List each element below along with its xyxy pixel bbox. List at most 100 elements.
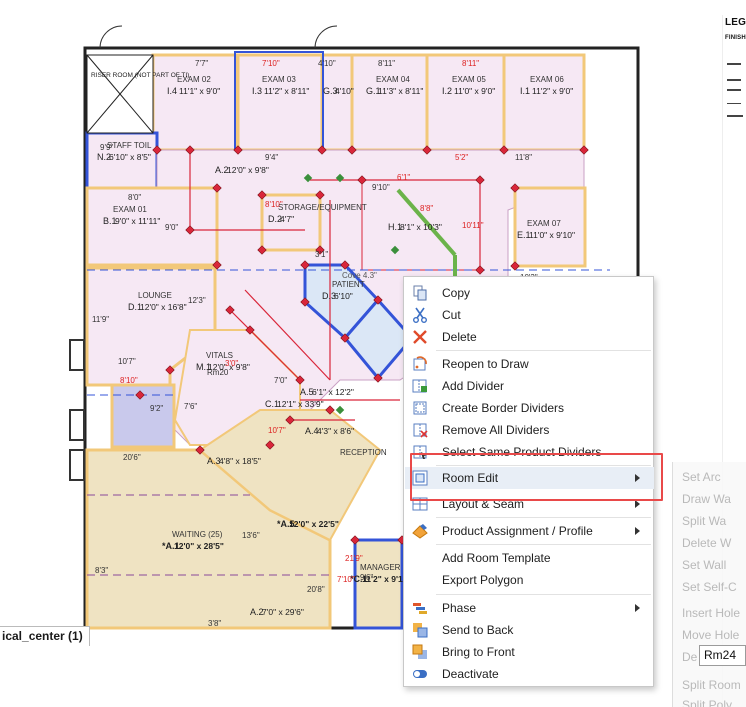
dimension-label: 9'2" [150,404,163,413]
reopen-draw-icon [412,356,428,372]
menu-item-cut[interactable]: Cut [405,304,654,326]
dimension-label: 12'3" [188,296,206,305]
room-size-label: 11'0" x 9'0" [454,86,495,96]
add-divider-icon [412,378,428,394]
room-name-label: EXAM 04 [376,75,410,84]
menu-separator [436,350,651,351]
submenu-item: Delete W [682,536,732,550]
room-code-label: I.3 [252,86,262,96]
menu-item-remove-all-dividers[interactable]: Remove All Dividers [405,419,654,441]
legend-title: LEGE [725,17,746,28]
room-edit-submenu: Set Arc Draw Wa Split Wa Delete W Set Wa… [672,462,746,707]
dimension-label: 9'4" [265,153,278,162]
menu-item-copy[interactable]: Copy [405,282,654,304]
room-name-label: EXAM 01 [113,205,147,214]
room-name-label: EXAM 05 [452,75,486,84]
menu-separator [436,517,651,518]
menu-label: Reopen to Draw [442,357,529,371]
room-name-label: EXAM 07 [527,219,561,228]
dimension-label: 9'6" [360,573,373,582]
phase-icon [412,600,428,616]
menu-label: Deactivate [442,667,499,681]
menu-item-reopen-to-draw[interactable]: Reopen to Draw [405,353,654,375]
room-id-label: Rm20 [207,368,229,377]
menu-item-product-assignment[interactable]: Product Assignment / Profile [405,520,654,542]
room-polygon [151,53,239,152]
product-assign-icon [412,523,428,539]
room-polygon [236,53,324,152]
room-label: G.34'10" [323,86,354,96]
dimension-label: 11'9" [92,315,109,324]
legend-line [727,63,741,65]
room-polygon [85,186,219,267]
dimension-label: 7'6" [184,402,197,411]
menu-label: Bring to Front [442,645,515,659]
room-size-label: 7'0" x 29'6" [262,607,304,617]
dimension-label: 8'11" [378,59,395,68]
dimension-label: 7'0" [274,376,287,385]
legend-line [727,115,743,117]
dimension-label: 20'8" [307,585,325,594]
room-polygon [320,53,354,152]
dimension-label: 7'7" [195,59,208,68]
menu-item-add-divider[interactable]: Add Divider [405,375,654,397]
menu-item-deactivate[interactable]: Deactivate [405,663,654,685]
menu-item-export-polygon[interactable]: Export Polygon [405,569,654,591]
menu-item-delete[interactable]: Delete [405,326,654,348]
copy-icon [412,285,428,301]
room-label: A.44'3" x 8'6" [305,426,354,436]
dimension-label: 8'10" [120,376,138,385]
dimension-label: 9'10" [372,183,390,192]
legend-line [727,89,741,91]
room-name-label: EXAM 06 [530,75,564,84]
menu-label: Add Room Template [442,551,551,565]
submenu-item: De [682,650,698,664]
menu-item-phase[interactable]: Phase [405,597,654,619]
document-tab[interactable]: ical_center (1) [0,626,90,646]
room-size-label: 11'2" x 9'0" [532,86,573,96]
room-polygon [350,53,429,152]
menu-label: Add Divider [442,379,505,393]
submenu-item: Draw Wa [682,492,731,506]
border-dividers-icon [412,400,428,416]
menu-label: Phase [442,601,477,615]
submenu-arrow-icon [635,527,640,535]
room-name-label: PATIENT [332,280,365,289]
room-name-field[interactable]: Rm24 [699,645,746,666]
room-label: C.112'1" x 33'9" [265,399,324,409]
menu-label: Export Polygon [442,573,524,587]
menu-item-bring-to-front[interactable]: Bring to Front [405,641,654,663]
room-label: A.56'1" x 12'2" [300,387,354,397]
menu-label: Product Assignment / Profile [442,524,593,538]
dimension-label: 9'0" [165,223,178,232]
room-size-label: 12'0" x 9'8" [227,165,269,175]
room-polygon [425,53,506,152]
room-name-label: RECEPTION [340,448,387,457]
room-code-label: I.1 [520,86,530,96]
dimension-label: 8'11" [462,59,479,68]
room-size-label: 12'1" x 33'9" [277,399,324,409]
dimension-label: 8'0" [128,193,141,202]
scissors-icon [412,307,428,323]
dimension-label: 13'6" [242,531,260,540]
legend-line [727,79,741,81]
submenu-item: Split Poly [682,698,733,707]
menu-item-create-border-dividers[interactable]: Create Border Dividers [405,397,654,419]
room-label: A.212'0" x 9'8" [215,165,269,175]
dimension-label: 8'8" [420,204,433,213]
menu-separator [436,594,651,595]
dimension-label: 8'10" [265,200,283,209]
menu-label: Cut [442,308,461,322]
menu-item-add-room-template[interactable]: Add Room Template [405,547,654,569]
window-symbol [69,339,85,371]
room-size-label: 12'0" x 28'5" [174,541,224,551]
room-size-label: 4'3" x 8'6" [317,426,354,436]
room-label: A.27'0" x 29'6" [250,607,304,617]
remove-dividers-icon [412,422,428,438]
dimension-label: 21'9" [345,554,363,563]
menu-item-send-to-back[interactable]: Send to Back [405,619,654,641]
submenu-item: Split Room [682,678,741,692]
cove-label: Cove 4.3" [342,271,377,280]
room-label: WAITING (25)*A.112'0" x 28'5" [162,530,224,551]
dimension-label: 20'6" [123,453,141,462]
